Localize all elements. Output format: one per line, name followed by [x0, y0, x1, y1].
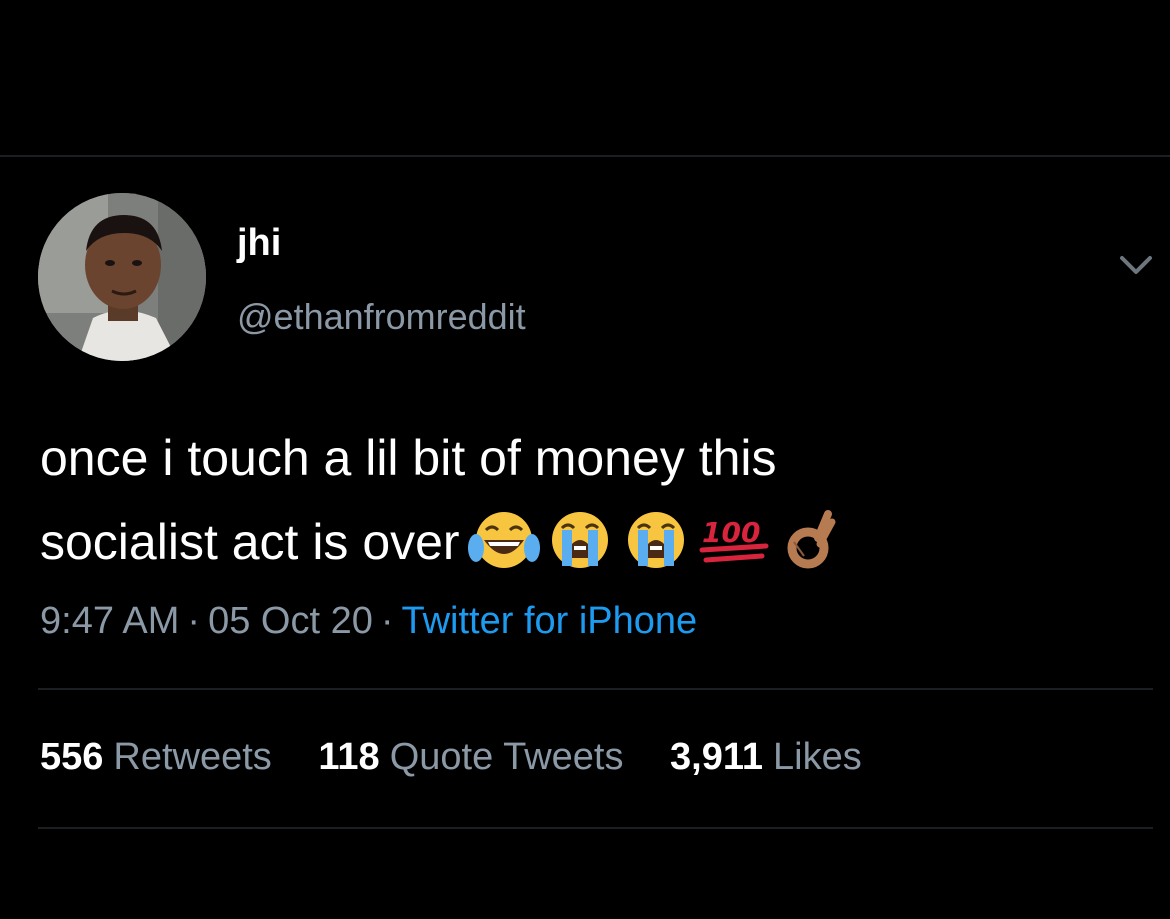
tweet-text-line-2: socialist act is over: [40, 514, 460, 570]
svg-text:100: 100: [702, 516, 760, 549]
tweet-meta: 9:47 AM · 05 Oct 20 · Twitter for iPhone: [40, 600, 697, 643]
retweets-label: Retweets: [113, 736, 272, 778]
likes-count: 3,911: [670, 736, 764, 778]
tweet-text-line-2-wrap: socialist act is over 100: [40, 500, 1140, 584]
avatar[interactable]: [38, 193, 206, 361]
stats-divider: [38, 827, 1153, 829]
likes-label: Likes: [773, 736, 862, 778]
separator-dot: ·: [380, 600, 394, 642]
likes-stat[interactable]: 3,911 Likes: [670, 736, 862, 779]
tweet-text: once i touch a lil bit of money this soc…: [40, 416, 1140, 584]
loudly-crying-face-icon: [627, 511, 684, 568]
face-with-tears-of-joy-icon: [467, 511, 540, 568]
ok-hand-icon: [787, 509, 836, 569]
display-name[interactable]: jhi: [237, 222, 281, 265]
tweet-text-line-1: once i touch a lil bit of money this: [40, 430, 777, 486]
avatar-image: [38, 193, 206, 361]
separator-dot: ·: [187, 600, 201, 642]
tweet-screen: jhi @ethanfromreddit once i touch a lil …: [0, 0, 1170, 919]
tweet-source-link[interactable]: Twitter for iPhone: [402, 600, 698, 642]
user-handle[interactable]: @ethanfromreddit: [237, 296, 526, 338]
meta-divider: [38, 688, 1153, 690]
retweets-count: 556: [40, 736, 104, 778]
chevron-down-icon[interactable]: [1112, 248, 1160, 284]
tweet-stats: 556 Retweets 118 Quote Tweets 3,911 Likes: [40, 736, 898, 779]
quote-tweets-label: Quote Tweets: [389, 736, 624, 778]
hundred-points-icon: 100: [699, 516, 769, 563]
quote-tweets-count: 118: [318, 736, 380, 778]
top-divider: [0, 155, 1170, 157]
tweet-time[interactable]: 9:47 AM: [40, 600, 179, 642]
loudly-crying-face-icon: [551, 511, 608, 568]
retweets-stat[interactable]: 556 Retweets: [40, 736, 272, 779]
tweet-date[interactable]: 05 Oct 20: [208, 600, 373, 642]
emoji-row: 100: [467, 508, 840, 572]
quote-tweets-stat[interactable]: 118 Quote Tweets: [318, 736, 623, 779]
